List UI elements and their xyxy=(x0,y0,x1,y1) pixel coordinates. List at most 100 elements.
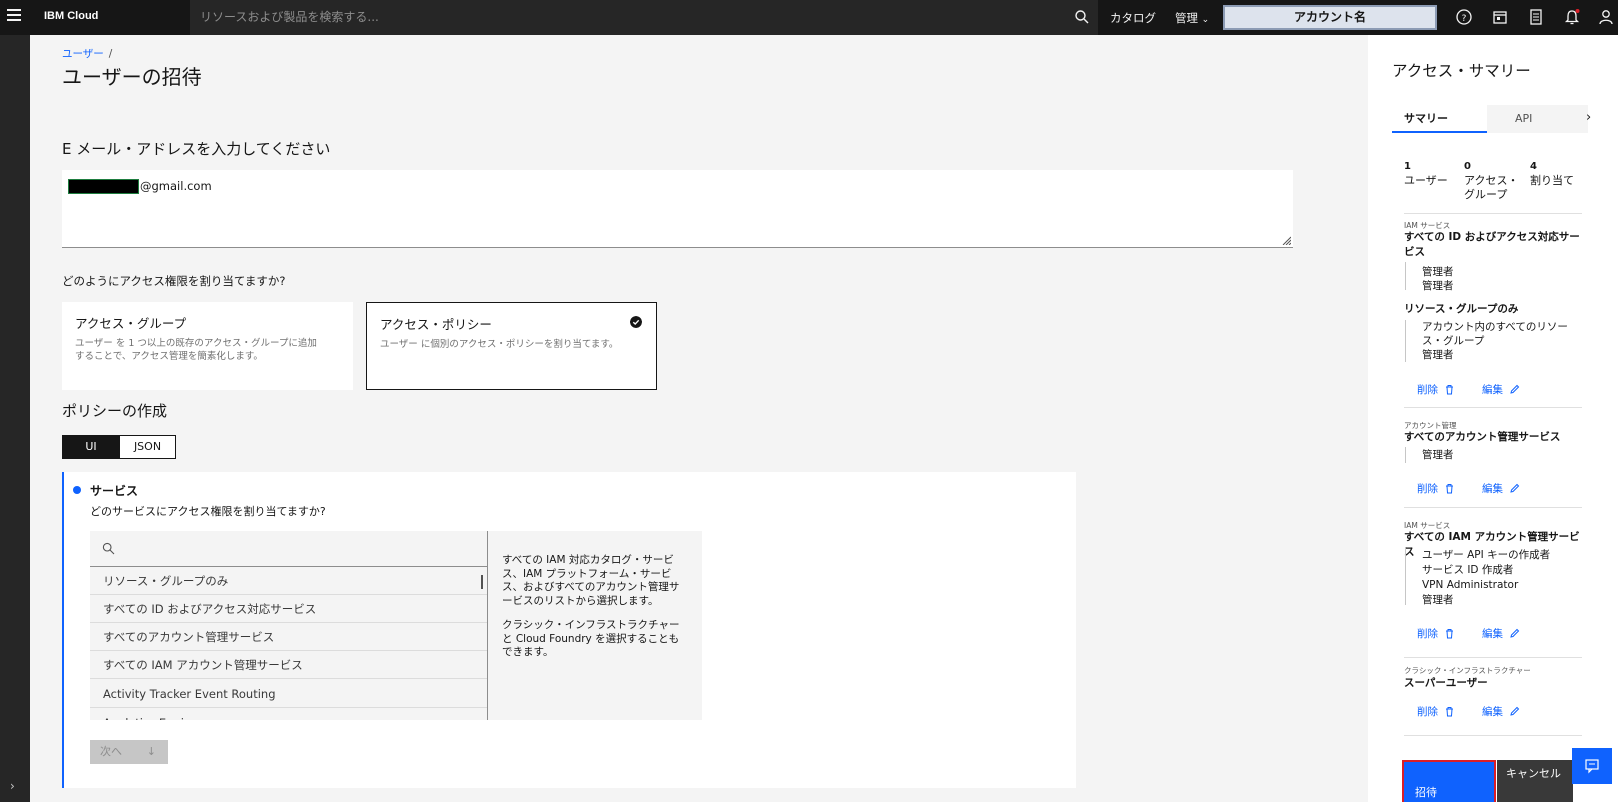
list-scrollbar[interactable] xyxy=(481,575,483,589)
global-search[interactable] xyxy=(190,0,1098,35)
cancel-button[interactable]: キャンセル xyxy=(1497,760,1573,802)
policy-heading: ポリシーの作成 xyxy=(62,402,168,420)
tile-description: ユーザー を 1 つ以上の既存のアクセス・グループに追加することで、アクセス管理… xyxy=(75,338,317,362)
service-search-input[interactable] xyxy=(90,531,487,567)
breadcrumb: ユーザー / xyxy=(62,46,112,61)
group-title: すべてのアカウント管理サービス xyxy=(1404,431,1561,443)
tab-api[interactable]: API xyxy=(1515,105,1532,133)
expand-chevron-icon[interactable]: › xyxy=(10,779,15,793)
help-icon[interactable]: ? xyxy=(1455,8,1473,26)
catalog-link[interactable]: カタログ xyxy=(1110,10,1156,26)
group-item: VPN Administrator xyxy=(1422,579,1519,591)
trash-icon xyxy=(1446,707,1453,717)
stat-access-groups: 0 アクセス・グループ xyxy=(1464,161,1519,201)
user-avatar-icon[interactable] xyxy=(1597,8,1615,26)
manage-menu[interactable]: 管理 ⌄ xyxy=(1175,10,1209,26)
trash-icon xyxy=(1446,385,1453,395)
summary-tabs: サマリー API xyxy=(1392,105,1588,133)
tab-summary[interactable]: サマリー xyxy=(1392,105,1487,133)
invite-button[interactable]: 招待 xyxy=(1402,760,1496,802)
group-item: 管理者 xyxy=(1422,449,1454,461)
redacted-email-local-part xyxy=(68,179,139,194)
group-item: 管理者 xyxy=(1422,266,1454,278)
service-list-item[interactable]: Activity Tracker Event Routing xyxy=(90,680,487,708)
next-button[interactable]: 次へ ↓ xyxy=(90,740,168,764)
stat-assignments: 4 割り当て xyxy=(1530,161,1574,187)
service-list: リソース・グループのみ すべての ID およびアクセス対応サービス すべてのアカ… xyxy=(90,531,487,720)
manage-label: 管理 xyxy=(1175,11,1198,25)
pencil-icon xyxy=(1510,483,1520,493)
group-subtitle: リソース・グループのみ xyxy=(1404,303,1519,315)
toggle-ui[interactable]: UI xyxy=(63,436,119,458)
divider xyxy=(1404,657,1582,658)
delete-button[interactable]: 削除 xyxy=(1417,382,1455,397)
edit-button[interactable]: 編集 xyxy=(1482,382,1520,397)
calendar-icon[interactable] xyxy=(1491,8,1509,26)
chevron-right-icon[interactable]: › xyxy=(1586,110,1591,125)
summary-title: アクセス・サマリー xyxy=(1392,62,1531,80)
delete-button[interactable]: 削除 xyxy=(1417,704,1455,719)
account-switcher[interactable]: アカウント名 xyxy=(1223,5,1437,30)
service-list-item[interactable]: すべてのアカウント管理サービス xyxy=(90,623,487,651)
access-policy-tile[interactable]: アクセス・ポリシー ユーザー に個別のアクセス・ポリシーを割り当てます。 xyxy=(366,302,657,390)
group-category: クラシック・インフラストラクチャー xyxy=(1404,666,1531,675)
chevron-down-icon: ⌄ xyxy=(1201,15,1210,25)
email-value: @gmail.com xyxy=(140,179,212,193)
divider xyxy=(1404,407,1582,408)
service-list-item[interactable]: Analytics Engine xyxy=(90,709,487,720)
delete-button[interactable]: 削除 xyxy=(1417,626,1455,641)
group-title: スーパーユーザー xyxy=(1404,677,1488,689)
service-description: すべての IAM 対応カタログ・サービス、IAM プラットフォーム・サービス、お… xyxy=(488,531,702,720)
email-heading: E メール・アドレスを入力してください xyxy=(62,140,331,158)
step-indicator-icon xyxy=(73,486,81,494)
tree-line xyxy=(1405,262,1406,290)
next-label: 次へ xyxy=(100,745,122,758)
resize-handle-icon[interactable] xyxy=(1281,235,1291,245)
pencil-icon xyxy=(1510,706,1520,716)
tile-description: ユーザー に個別のアクセス・ポリシーを割り当てます。 xyxy=(380,339,619,350)
description-paragraph: クラシック・インフラストラクチャーと Cloud Foundry を選択すること… xyxy=(502,619,680,658)
group-item: ユーザー API キーの作成者 xyxy=(1422,549,1551,561)
group-item: サービス ID 作成者 xyxy=(1422,564,1514,576)
group-item: アカウント内のすべてのリソース・グループ xyxy=(1422,321,1568,347)
service-step-panel: サービス どのサービスにアクセス権限を割り当てますか? リソース・グループのみ … xyxy=(62,472,1076,788)
chat-button[interactable] xyxy=(1572,748,1612,784)
brand-logo[interactable]: IBM Cloud xyxy=(44,10,98,22)
service-list-item[interactable]: すべての ID およびアクセス対応サービス xyxy=(90,595,487,623)
access-summary-panel: アクセス・サマリー サマリー API › 1 ユーザー 0 アクセス・グループ 4割… xyxy=(1368,35,1618,802)
breadcrumb-separator: / xyxy=(108,48,113,60)
access-group-tile[interactable]: アクセス・グループ ユーザー を 1 つ以上の既存のアクセス・グループに追加する… xyxy=(62,302,353,390)
edit-button[interactable]: 編集 xyxy=(1482,481,1520,496)
tile-title: アクセス・グループ xyxy=(75,316,187,331)
email-textarea[interactable]: @gmail.com xyxy=(62,170,1293,248)
toggle-json[interactable]: JSON xyxy=(119,436,175,458)
tree-line xyxy=(1405,547,1406,605)
checkmark-icon xyxy=(630,316,642,328)
ui-json-toggle: UI JSON xyxy=(62,435,176,459)
notification-icon[interactable] xyxy=(1563,8,1581,26)
cost-estimator-icon[interactable] xyxy=(1527,8,1545,26)
divider xyxy=(1404,507,1582,508)
breadcrumb-users-link[interactable]: ユーザー xyxy=(62,48,104,60)
top-bar: IBM Cloud カタログ 管理 ⌄ アカウント名 ? xyxy=(0,0,1618,35)
tile-title: アクセス・ポリシー xyxy=(380,317,492,332)
assign-question: どのようにアクセス権限を割り当てますか? xyxy=(62,274,286,288)
pencil-icon xyxy=(1510,384,1520,394)
menu-icon[interactable] xyxy=(7,9,21,23)
edit-button[interactable]: 編集 xyxy=(1482,704,1520,719)
tree-line xyxy=(1405,320,1406,362)
search-icon[interactable] xyxy=(1074,9,1090,25)
group-item: 管理者 xyxy=(1422,280,1454,292)
group-title: すべての ID およびアクセス対応サービス xyxy=(1404,231,1580,258)
service-list-item[interactable]: すべての IAM アカウント管理サービス xyxy=(90,651,487,679)
chat-icon xyxy=(1585,759,1599,774)
search-input[interactable] xyxy=(200,7,1020,27)
pencil-icon xyxy=(1510,628,1520,638)
delete-button[interactable]: 削除 xyxy=(1417,481,1455,496)
edit-button[interactable]: 編集 xyxy=(1482,626,1520,641)
page-title: ユーザーの招待 xyxy=(62,65,202,89)
trash-icon xyxy=(1446,629,1453,639)
service-list-item[interactable]: リソース・グループのみ xyxy=(90,567,487,595)
stat-users: 1 ユーザー xyxy=(1404,161,1448,187)
group-item: 管理者 xyxy=(1422,349,1454,361)
